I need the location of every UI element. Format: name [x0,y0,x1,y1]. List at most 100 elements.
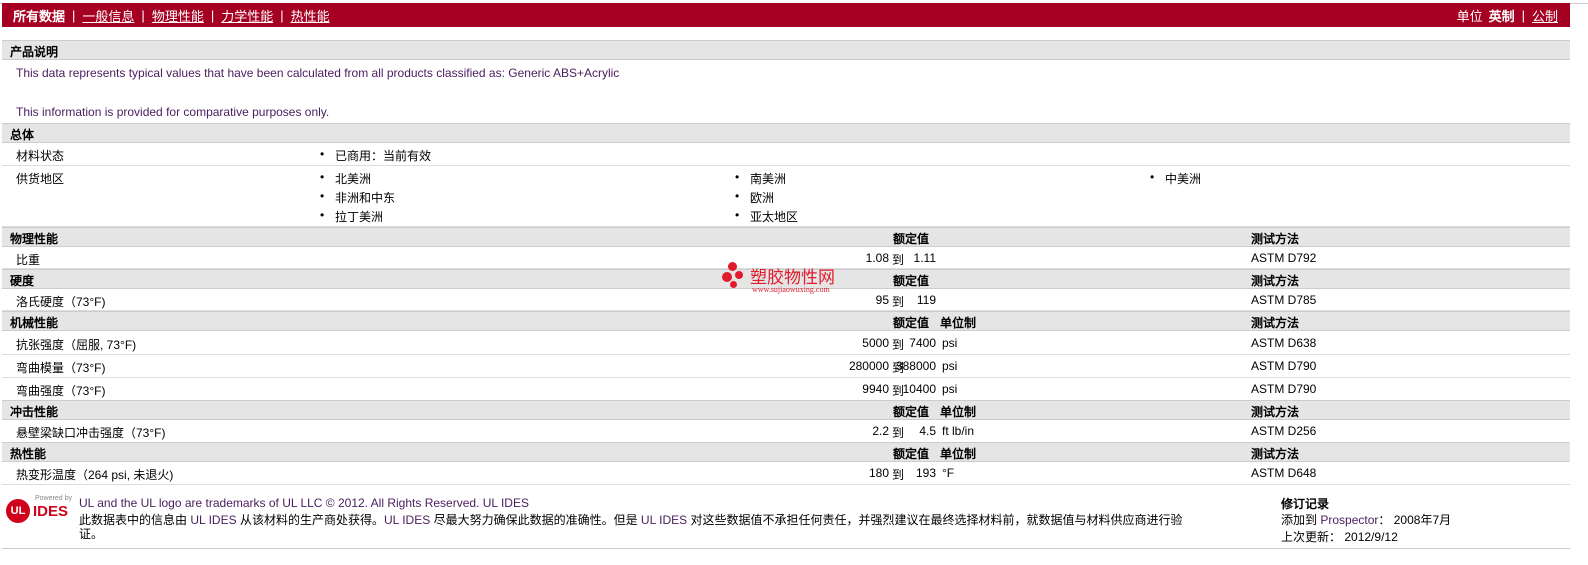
section-header-thermal: 热性能 额定值 单位制 测试方法 [2,442,1570,462]
tab-general[interactable]: 一般信息 [82,6,134,25]
property-label: 供货地区 [16,172,65,186]
column-header-unit: 单位制 [940,405,977,419]
prospector-link[interactable]: Prospector [1320,513,1378,527]
disclaimer-text: 从该材料的生产商处获得。 [239,513,384,527]
column-header-nominal: 额定值 [893,447,930,461]
value-high: 10400 [902,382,936,396]
test-method: ASTM D256 [1251,424,1317,438]
tab-navigation-bar: 所有数据 | 一般信息 | 物理性能 | 力学性能 | 热性能 单位 英制 | … [2,3,1570,27]
ul-ides-link[interactable]: UL IDES [483,496,529,510]
column-header-method: 测试方法 [1251,405,1300,419]
section-title: 产品说明 [10,45,59,59]
status-value: 已商用：当前有效 [320,147,431,164]
table-row: 供货地区 北美洲 非洲和中东 拉丁美洲 南美洲 欧洲 亚太地区 中美洲 [2,166,1570,227]
trademark-line: UL and the UL logo are trademarks of UL … [79,496,529,510]
region-item: 非洲和中东 [320,189,395,206]
test-method: ASTM D638 [1251,336,1317,350]
table-row: 弯曲模量（73°F) 280000 到 388000 psi ASTM D790 [2,355,1570,378]
watermark-url: www.sujiaowuxing.com [752,285,830,294]
unit-imperial[interactable]: 英制 [1489,6,1515,25]
region-item: 亚太地区 [735,208,798,225]
table-row: 抗张强度（屈服, 73°F) 5000 到 7400 psi ASTM D638 [2,332,1570,355]
region-item: 欧洲 [735,189,774,206]
property-label: 洛氏硬度（73°F) [16,295,106,309]
ides-logo-text: IDES [33,503,69,520]
tab-physical[interactable]: 物理性能 [152,6,204,25]
value-low: 95 [875,293,889,307]
value-low: 1.08 [865,251,889,265]
property-label: 材料状态 [16,149,65,163]
column-header-method: 测试方法 [1251,232,1300,246]
value-low: 5000 [862,336,889,350]
disclaimer-line-end: 证。 [79,527,104,541]
section-title: 热性能 [10,447,47,461]
value-low: 9940 [862,382,889,396]
added-label: 添加到 [1281,513,1318,527]
nav-separator: | [141,7,145,23]
value-to: 到 [892,295,905,309]
section-title: 物理性能 [10,232,59,246]
disclaimer-line: 此数据表中的信息由 UL IDES 从该材料的生产商处获得。UL IDES 尽最… [79,511,1183,528]
test-method: ASTM D790 [1251,359,1317,373]
disclaimer-text: 对这些数据值不承担任何责任，并强烈建议在最终选择材料前，就数据值与材料供应商进行… [690,513,1183,527]
added-colon: ： [1378,513,1391,527]
tab-mechanical[interactable]: 力学性能 [221,6,273,25]
powered-by-text: Powered by [35,495,72,502]
disclaimer-text: 尽最大努力确保此数据的准确性。但是 [433,513,638,527]
table-row: 材料状态 已商用：当前有效 [2,143,1570,166]
property-label: 比重 [16,253,41,267]
property-label: 悬壁梁缺口冲击强度（73°F) [16,426,166,440]
test-method: ASTM D790 [1251,382,1317,396]
column-header-unit: 单位制 [940,316,977,330]
property-label: 弯曲模量（73°F) [16,361,106,375]
product-description-line: This data represents typical values that… [16,66,620,80]
updated-label: 上次更新： [1281,530,1342,544]
section-header-mechanical: 机械性能 额定值 单位制 测试方法 [2,311,1570,331]
test-method: ASTM D785 [1251,293,1317,307]
tab-all-data[interactable]: 所有数据 [13,6,65,25]
ul-logo-text: UL [10,505,26,517]
column-header-nominal: 额定值 [893,232,930,246]
tab-thermal[interactable]: 热性能 [291,6,330,25]
value-unit: °F [942,466,955,480]
ul-ides-link[interactable]: UL IDES [190,513,236,527]
table-row: 热变形温度（264 psi, 未退火) 180 到 193 °F ASTM D6… [2,462,1570,485]
section-header-impact: 冲击性能 额定值 单位制 测试方法 [2,400,1570,420]
ul-ides-logo: Powered by UL IDES [6,495,72,527]
column-header-method: 测试方法 [1251,316,1300,330]
nav-separator: | [1521,7,1525,23]
table-row: 弯曲强度（73°F) 9940 到 10400 psi ASTM D790 [2,378,1570,401]
value-to: 到 [892,468,905,482]
property-label: 抗张强度（屈服, 73°F) [16,338,137,352]
revision-updated: 上次更新： 2012/9/12 [1281,528,1398,545]
unit-metric[interactable]: 公制 [1532,6,1558,25]
region-item: 北美洲 [320,170,371,187]
value-low: 2.2 [872,424,889,438]
value-high: 7400 [909,336,936,350]
value-high: 388000 [895,359,936,373]
value-unit: ft lb/in [942,424,975,438]
ul-logo-icon: UL [6,499,30,523]
column-header-nominal: 额定值 [893,274,930,288]
column-header-nominal: 额定值 [893,405,930,419]
value-to: 到 [892,338,905,352]
value-low: 180 [868,466,889,480]
value-high: 119 [916,293,936,307]
test-method: ASTM D792 [1251,251,1317,265]
column-header-nominal: 额定值 [893,316,930,330]
value-unit: psi [942,382,958,396]
column-header-method: 测试方法 [1251,447,1300,461]
section-title: 冲击性能 [10,405,59,419]
product-note-line: This information is provided for compara… [16,105,330,119]
value-unit: psi [942,359,958,373]
value-high: 193 [915,466,936,480]
value-unit: psi [942,336,958,350]
value-high: 4.5 [919,424,936,438]
property-label: 弯曲强度（73°F) [16,384,106,398]
table-row: 悬壁梁缺口冲击强度（73°F) 2.2 到 4.5 ft lb/in ASTM … [2,420,1570,443]
value-to: 到 [892,426,905,440]
revision-added: 添加到 Prospector： 2008年7月 [1281,511,1451,528]
ul-ides-link[interactable]: UL IDES [384,513,430,527]
value-high: 1.11 [913,251,936,265]
ul-ides-link[interactable]: UL IDES [641,513,687,527]
